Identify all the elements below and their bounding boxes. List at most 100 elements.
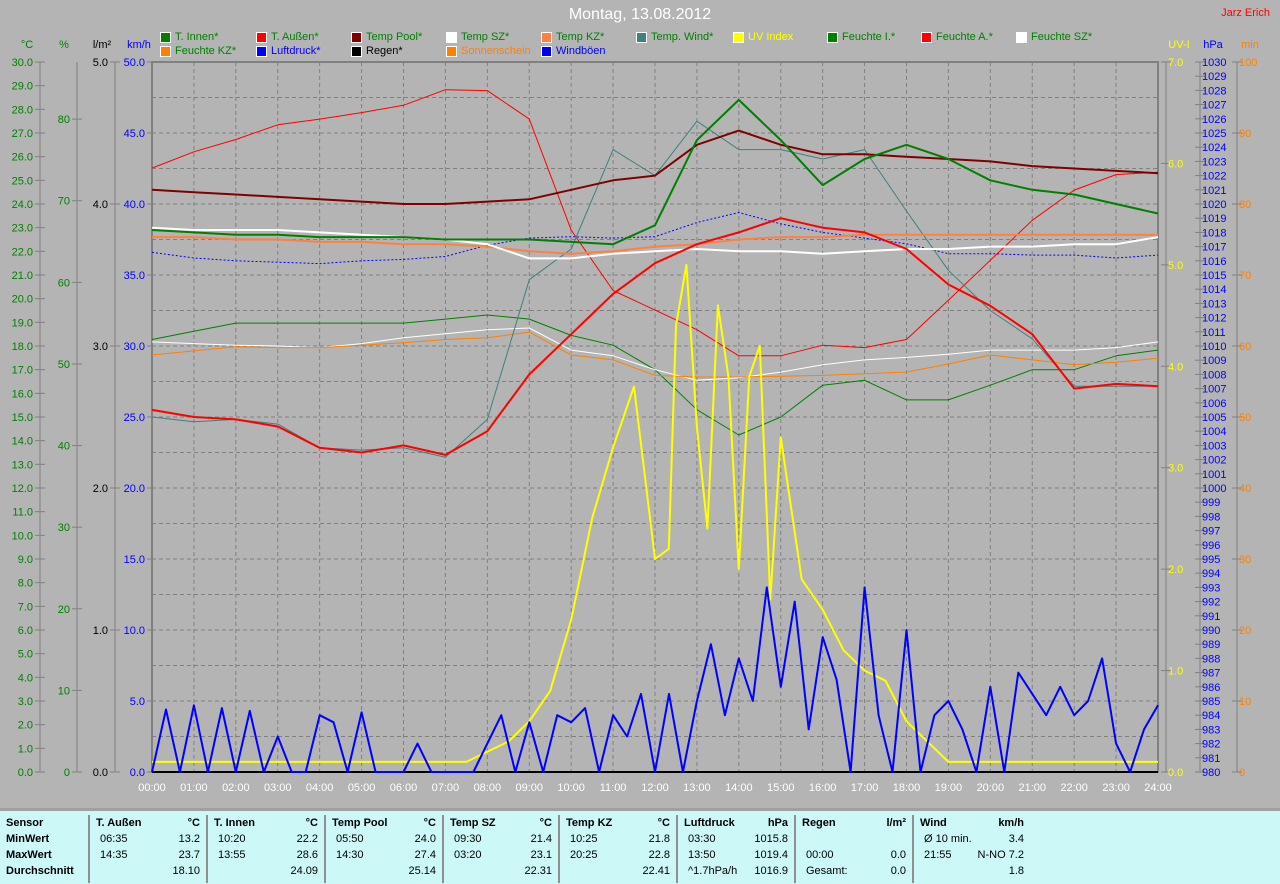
axis-tick-label: 4.0 [93, 199, 108, 211]
stats-value: 23.7 [178, 849, 200, 861]
stats-time [566, 865, 570, 877]
stats-value: 18.10 [172, 865, 200, 877]
axis-tick-label: 1018 [1202, 227, 1226, 239]
stats-time: 10:25 [570, 833, 598, 845]
x-tick-label: 18:00 [893, 782, 921, 794]
axis-tick-label: 80 [1239, 199, 1251, 211]
axis-title-press: hPa [1203, 39, 1223, 51]
stats-value: 24.0 [414, 833, 436, 845]
axis-tick-label: 1013 [1202, 298, 1226, 310]
stats-row: 18.10 [96, 863, 204, 879]
axis-tick-label: 984 [1202, 710, 1220, 722]
legend-swatch-icon [256, 45, 267, 57]
stats-value: 22.8 [648, 849, 670, 861]
stats-value: 1019.4 [754, 849, 788, 861]
stats-time: 05:50 [336, 833, 364, 845]
axis-tick-label: 5.0 [130, 696, 145, 708]
legend-label: Temp SZ* [461, 31, 510, 43]
stats-unit: °C [305, 817, 318, 829]
stats-time: 20:25 [570, 849, 598, 861]
stats-header: Temp Pool °C [332, 815, 440, 831]
stats-value: 1015.8 [754, 833, 788, 845]
axis-tick-label: 10 [1239, 696, 1251, 708]
axis-tick-label: 19.0 [12, 317, 33, 329]
legend-item: Temp KZ* [541, 31, 604, 43]
stats-value: 22.31 [524, 865, 552, 877]
x-tick-label: 20:00 [977, 782, 1005, 794]
stats-row: 13:55 28.6 [214, 847, 322, 863]
legend-item: Feuchte SZ* [1016, 31, 1092, 43]
x-tick-label: 07:00 [432, 782, 460, 794]
axis-tick-label: 30 [1239, 554, 1251, 566]
axis-tick-label: 985 [1202, 696, 1220, 708]
stats-header: Temp KZ °C [566, 815, 674, 831]
legend-swatch-icon [351, 31, 362, 43]
axis-tick-label: 20.0 [12, 294, 33, 306]
x-tick-label: 19:00 [935, 782, 963, 794]
axis-tick-label: 22.0 [12, 246, 33, 258]
axis-tick-label: 996 [1202, 540, 1220, 552]
stats-column: Wind km/h Ø 10 min. 3.4 21:55 N-NO 7.2 1.8 [912, 815, 1028, 883]
axis-tick-label: 988 [1202, 653, 1220, 665]
axis-tick-label: 100 [1239, 57, 1257, 69]
axis-tick-label: 90 [1239, 128, 1251, 140]
stats-value: 22.41 [642, 865, 670, 877]
legend-swatch-icon [733, 31, 744, 43]
legend-swatch-icon [541, 31, 552, 43]
stats-column: T. Innen °C 10:20 22.2 13:55 28.6 24.09 [206, 815, 322, 883]
axis-tick-label: 1027 [1202, 100, 1226, 112]
stats-row: Ø 10 min. 3.4 [920, 831, 1028, 847]
axis-title-temp: °C [21, 39, 33, 51]
stats-row: MaxWert [6, 847, 84, 863]
axis-tick-label: 1004 [1202, 426, 1226, 438]
stats-time: 13:55 [218, 849, 246, 861]
axis-tick-label: 993 [1202, 582, 1220, 594]
axis-tick-label: 27.0 [12, 128, 33, 140]
axis-tick-label: 1025 [1202, 128, 1226, 140]
x-tick-label: 13:00 [683, 782, 711, 794]
x-tick-label: 21:00 [1018, 782, 1046, 794]
axis-tick-label: 50 [1239, 412, 1251, 424]
x-tick-label: 17:00 [851, 782, 879, 794]
stats-row: 05:50 24.0 [332, 831, 440, 847]
legend-label: Feuchte I.* [842, 31, 896, 43]
stats-time: ^1.7hPa/h [688, 865, 738, 877]
stats-row: 06:35 13.2 [96, 831, 204, 847]
axis-tick-label: 60 [1239, 341, 1251, 353]
axis-tick-label: 1005 [1202, 412, 1226, 424]
axis-tick-label: 1014 [1202, 284, 1226, 296]
stats-row: 20:25 22.8 [566, 847, 674, 863]
legend-item: Feuchte I.* [827, 31, 895, 43]
axis-title-hum: % [59, 39, 69, 51]
axis-tick-label: 982 [1202, 739, 1220, 751]
stats-header: Wind km/h [920, 815, 1028, 831]
axis-tick-label: 30.0 [12, 57, 33, 69]
x-tick-label: 14:00 [725, 782, 753, 794]
stats-unit: °C [187, 817, 200, 829]
stats-column: Regen l/m² 00:00 0.0 Gesamt: 0.0 [794, 815, 910, 883]
axis-tick-label: 1029 [1202, 71, 1226, 83]
stats-value: 28.6 [296, 849, 318, 861]
legend-swatch-icon [921, 31, 932, 43]
legend-swatch-icon [446, 31, 457, 43]
axis-tick-label: 987 [1202, 668, 1220, 680]
stats-time [920, 865, 924, 877]
stats-header-label: T. Außen [96, 817, 142, 829]
stats-header-label: Sensor [6, 817, 44, 829]
legend-item: Windböen [541, 45, 606, 57]
legend-label: Temp KZ* [556, 31, 605, 43]
axis-tick-label: 0 [64, 767, 70, 779]
axis-tick-label: 992 [1202, 597, 1220, 609]
x-tick-label: 10:00 [557, 782, 585, 794]
axis-tick-label: 2.0 [93, 483, 108, 495]
axis-tick-label: 4.0 [18, 672, 33, 684]
axis-tick-label: 7.0 [18, 601, 33, 613]
legend-swatch-icon [256, 31, 267, 43]
axis-tick-label: 0.0 [1168, 767, 1183, 779]
axis-tick-label: 6.0 [1168, 158, 1183, 170]
axis-tick-label: 989 [1202, 639, 1220, 651]
stats-header: T. Außen °C [96, 815, 204, 831]
axis-tick-label: 26.0 [12, 152, 33, 164]
stats-unit: km/h [998, 817, 1024, 829]
stats-header-label: T. Innen [214, 817, 255, 829]
